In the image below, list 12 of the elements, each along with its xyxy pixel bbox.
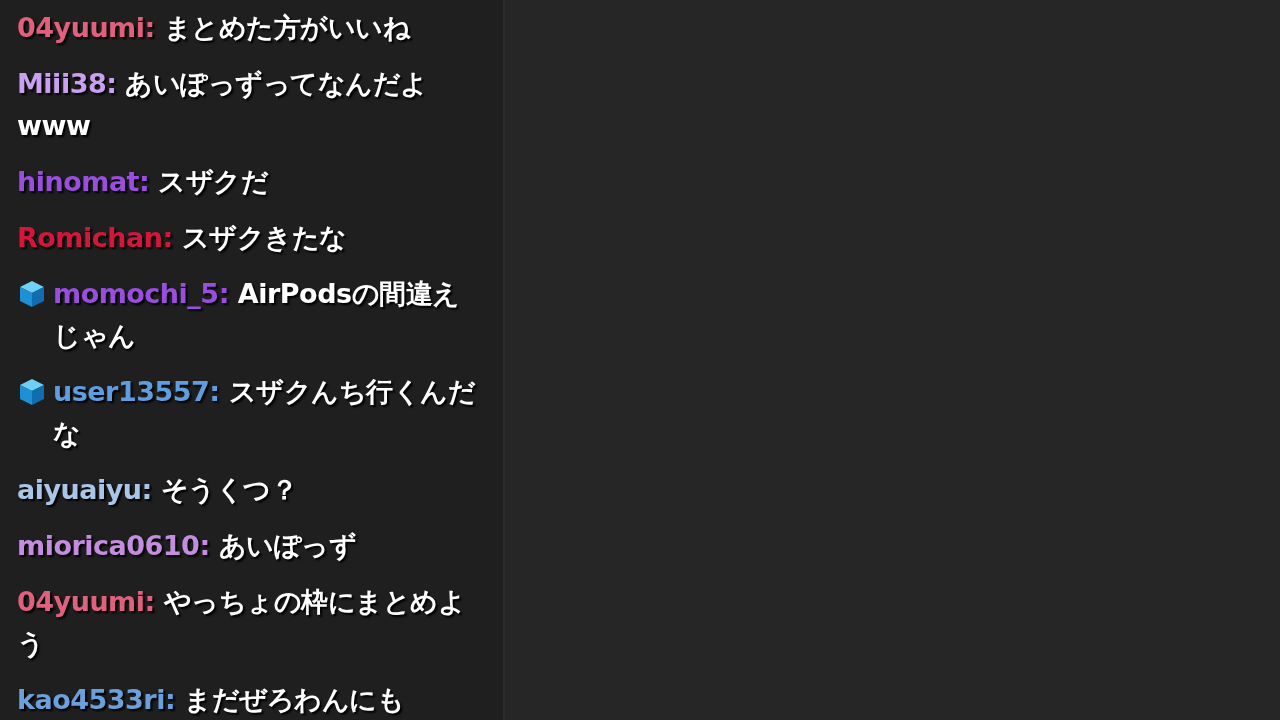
chat-message: momochi_5: AirPodsの間違えじゃん [53,277,461,353]
cube-icon [17,377,47,407]
chat-message: aiyuaiyu: そうくつ？ [17,473,299,507]
chat-message: Miii38: あいぽっずってなんだよwww [17,67,429,143]
chat-message: 04yuumi: やっちょの枠にまとめよう [17,585,467,661]
chat-message: user13557: スザクんち行くんだな [53,375,477,451]
chat-message: kao4533ri: まだぜろわんにも [17,683,406,717]
cube-icon [17,279,47,309]
chat-message: 04yuumi: まとめた方がいいね [17,11,412,45]
chat-message: miorica0610: あいぽっず [17,529,358,563]
chat-message: Romichan: スザクきたな [17,221,348,255]
chat-message: hinomat: スザクだ [17,165,270,199]
